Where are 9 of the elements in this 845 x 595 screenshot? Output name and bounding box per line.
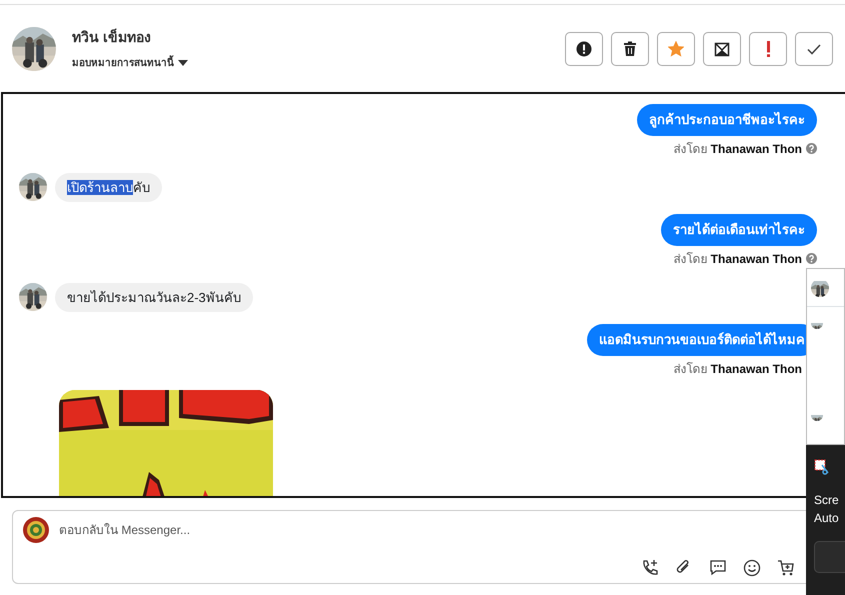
sender-label: ส่งโดย Thanawan Thon xyxy=(673,360,802,378)
message-bubble: ขายได้ประมาณวันละ2-3พันคับ xyxy=(55,282,253,312)
sender-label: ส่งโดย Thanawan Thon xyxy=(673,140,802,158)
message-bubble: รายได้ต่อเดือนเท่าไรคะ xyxy=(661,214,817,246)
message-bubble: ลูกค้าประกอบอาชีพอะไรคะ xyxy=(637,104,817,136)
contact-name: ทวิน เข็มทอง xyxy=(72,28,152,46)
notification-title: Scre xyxy=(814,492,840,509)
message-bubble: เปิดร้านลาบคับ xyxy=(55,172,162,202)
sender-label: ส่งโดย Thanawan Thon xyxy=(673,250,802,268)
